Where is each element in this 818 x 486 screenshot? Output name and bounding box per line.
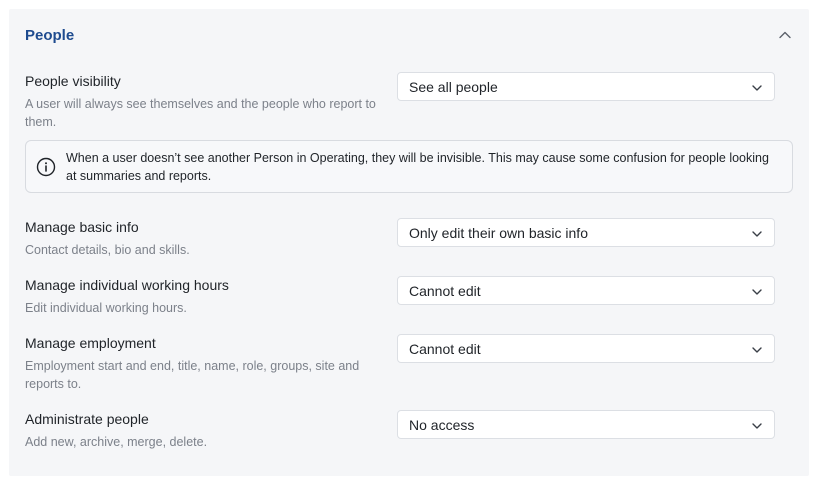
chevron-down-icon <box>751 344 763 356</box>
info-icon <box>36 157 56 177</box>
setting-description: Contact details, bio and skills. <box>25 243 190 257</box>
select-value: No access <box>409 417 475 433</box>
people-settings-panel: People People visibility A user will alw… <box>9 9 809 476</box>
chevron-down-icon <box>751 286 763 298</box>
notice-text: When a user doesn’t see another Person i… <box>66 151 769 183</box>
chevron-up-icon <box>777 27 793 43</box>
select-value: Only edit their own basic info <box>409 225 588 241</box>
setting-description: Employment start and end, title, name, r… <box>25 359 360 391</box>
visibility-info-notice: When a user doesn’t see another Person i… <box>25 140 793 193</box>
chevron-down-icon <box>751 82 763 94</box>
setting-description: Add new, archive, merge, delete. <box>25 435 208 449</box>
manage-basic-info-select[interactable]: Only edit their own basic info <box>397 218 775 247</box>
select-value: See all people <box>409 79 498 95</box>
chevron-down-icon <box>751 228 763 240</box>
chevron-down-icon <box>751 420 763 432</box>
section-title: People <box>25 27 75 44</box>
select-value: Cannot edit <box>409 283 481 299</box>
select-value: Cannot edit <box>409 341 481 357</box>
manage-employment-select[interactable]: Cannot edit <box>397 334 775 363</box>
people-visibility-select[interactable]: See all people <box>397 72 775 101</box>
manage-working-hours-select[interactable]: Cannot edit <box>397 276 775 305</box>
administrate-people-select[interactable]: No access <box>397 410 775 439</box>
setting-description: Edit individual working hours. <box>25 301 187 315</box>
setting-description: A user will always see themselves and th… <box>25 97 376 129</box>
collapse-section-button[interactable] <box>777 27 793 43</box>
